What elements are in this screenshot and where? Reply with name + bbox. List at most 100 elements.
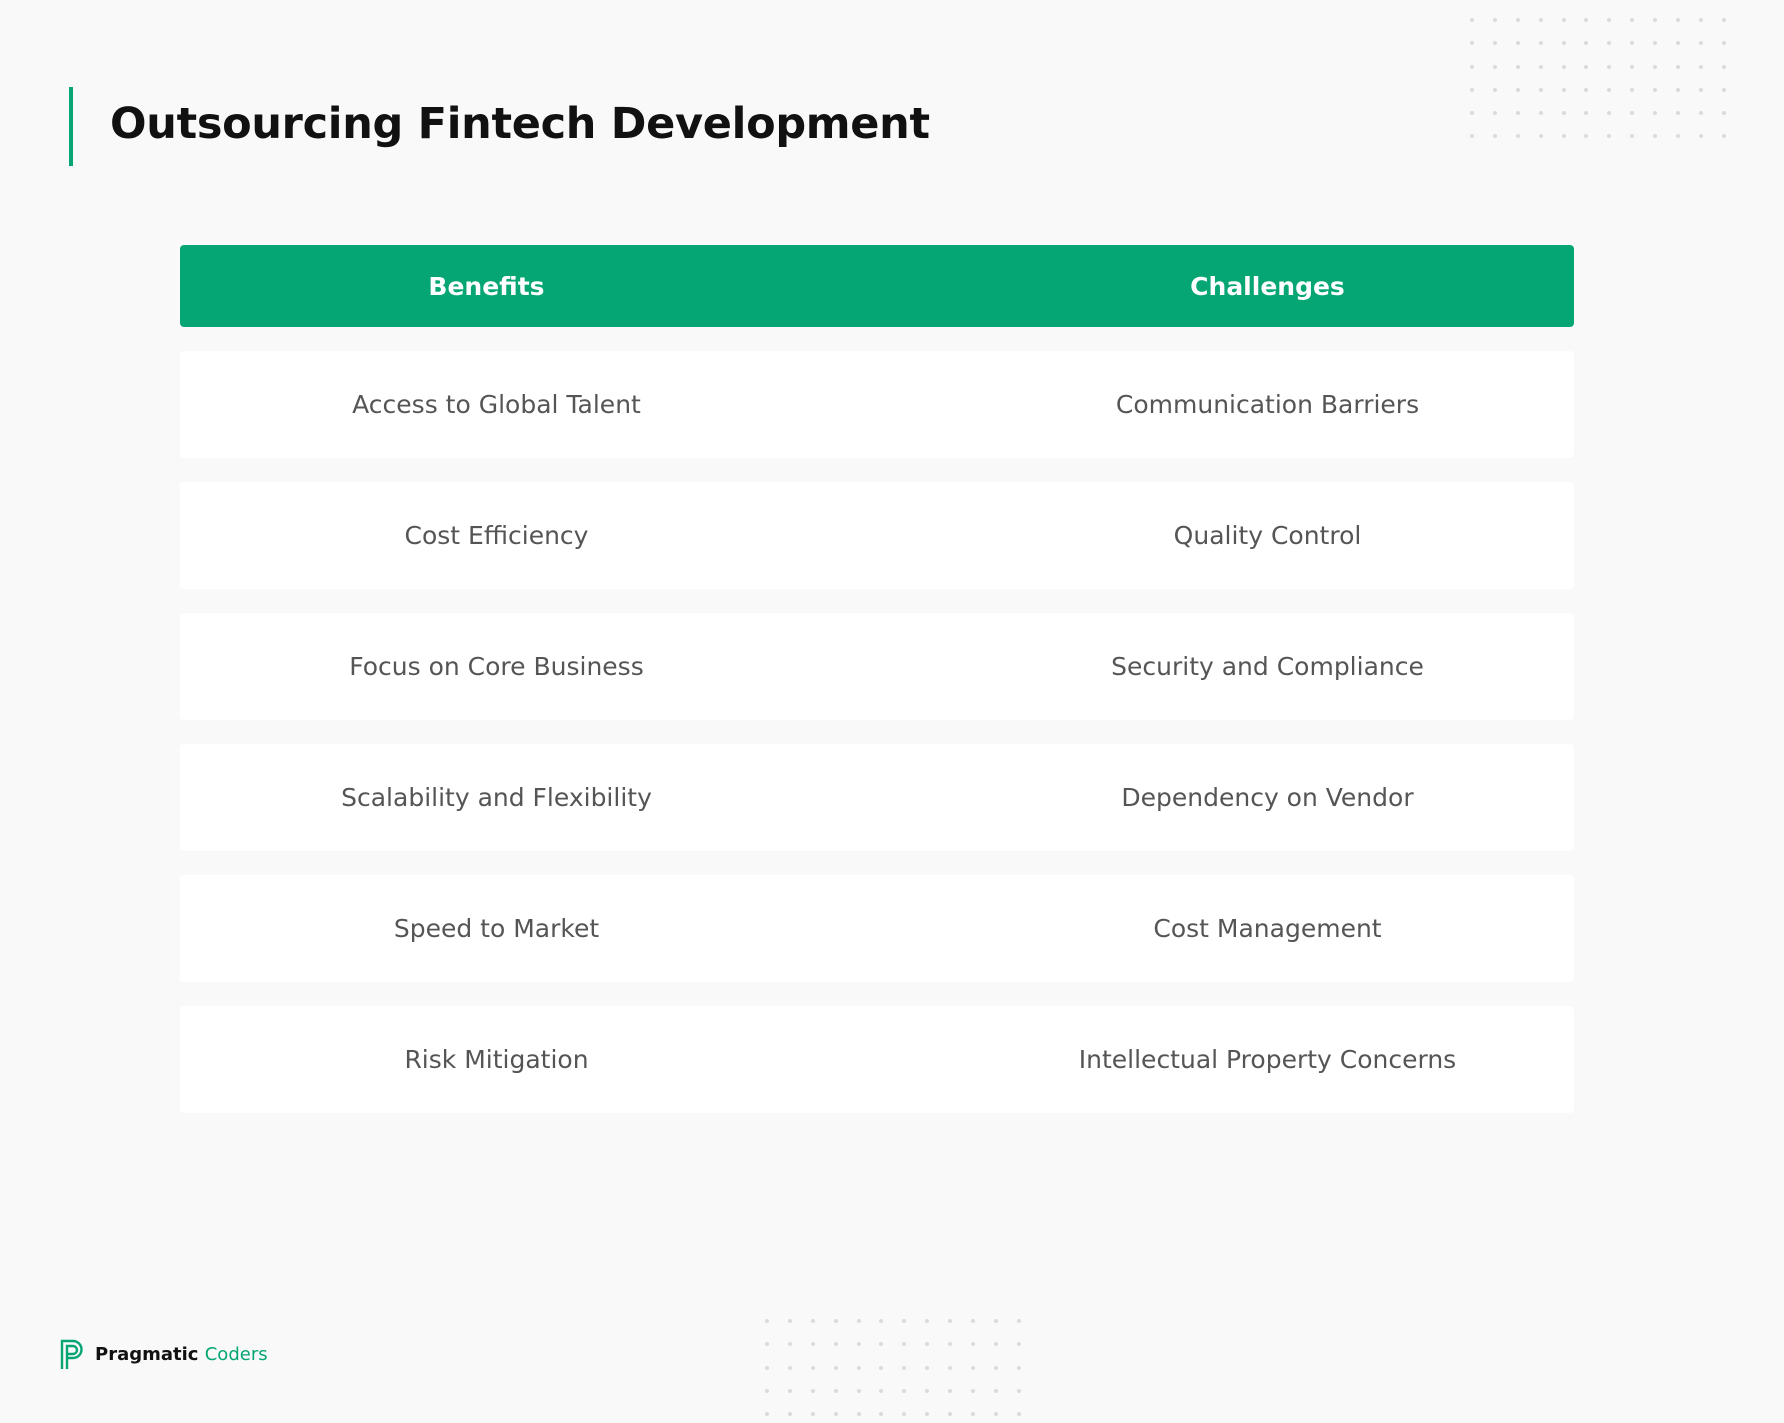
decorative-dot [1538,87,1543,92]
decorative-dot [948,1365,953,1370]
decorative-dot [1538,18,1543,22]
decorative-dot [765,1412,769,1417]
decorative-dot [1607,18,1612,22]
table-row: Speed to Market Cost Management [180,875,1574,982]
decorative-dot [1676,18,1681,22]
decorative-dot [1584,41,1589,46]
benefit-cell: Access to Global Talent [352,390,641,419]
decorative-dot [1630,87,1635,92]
pragmatic-coders-logo-icon [60,1339,83,1369]
decorative-dot [856,1412,861,1417]
decorative-dot [1607,111,1612,116]
decorative-dot [879,1388,884,1393]
decorative-dot [856,1342,861,1347]
header-challenges: Challenges [1190,271,1345,301]
decorative-dot [1653,41,1658,46]
decorative-dot [902,1342,907,1347]
decorative-dot [971,1412,976,1417]
decorative-dot [1492,41,1497,46]
decorative-dot [1515,64,1520,69]
challenge-cell: Security and Compliance [1111,652,1424,681]
decorative-dot [1698,111,1703,116]
decorative-dot [1492,134,1497,139]
decorative-dot [1676,111,1681,116]
decorative-dot [1561,18,1566,22]
decorative-dot [1515,87,1520,92]
decorative-dot [1492,111,1497,116]
decorative-dot [1676,134,1681,139]
decorative-dot [1470,64,1474,69]
decorative-dot [948,1388,953,1393]
decorative-dot [971,1365,976,1370]
decorative-dot [925,1342,930,1347]
brand-logo: Pragmatic Coders [59,1338,268,1371]
decorative-dot [1721,64,1726,69]
decorative-dot [1607,134,1612,139]
decorative-dot [971,1319,976,1323]
decorative-dot [1538,134,1543,139]
decorative-dot [1607,87,1612,92]
decorative-dot [1561,111,1566,116]
decorative-dot [1470,87,1474,92]
decorative-dot [1653,111,1658,116]
table-row: Scalability and Flexibility Dependency o… [180,744,1574,851]
decorative-dot [1698,134,1703,139]
decorative-dot [902,1412,907,1417]
decorative-dot [833,1412,838,1417]
decorative-dot [1515,134,1520,139]
decorative-dot [902,1388,907,1393]
decorative-dot [1653,87,1658,92]
decorative-dot [1698,64,1703,69]
decorative-dot [993,1388,998,1393]
decorative-dot [971,1388,976,1393]
decorative-dot [1470,41,1474,46]
decorative-dot [810,1319,815,1323]
benefit-cell: Focus on Core Business [349,652,644,681]
table-row: Cost Efficiency Quality Control [180,482,1574,589]
decorative-dot [856,1388,861,1393]
table-row: Focus on Core Business Security and Comp… [180,613,1574,720]
decorative-dot [1016,1365,1021,1370]
decorative-dot [1584,18,1589,22]
decorative-dot [833,1342,838,1347]
decorative-dot [993,1319,998,1323]
decorative-dot [787,1412,792,1417]
decorative-dot [1698,18,1703,22]
decorative-dot [1492,18,1497,22]
decorative-dot [948,1342,953,1347]
decorative-dot [879,1342,884,1347]
decorative-dot [1630,111,1635,116]
table-row: Access to Global Talent Communication Ba… [180,351,1574,458]
decorative-dot [1721,134,1726,139]
decorative-dot [1561,41,1566,46]
decorative-dot [879,1412,884,1417]
decorative-dot [787,1365,792,1370]
challenge-cell: Intellectual Property Concerns [1078,1045,1457,1074]
decorative-dot [833,1365,838,1370]
decorative-dot [833,1388,838,1393]
dot-pattern-top-right [1470,18,1726,139]
decorative-dot [1016,1342,1021,1347]
decorative-dot [765,1365,769,1370]
decorative-dot [993,1412,998,1417]
table-row: Risk Mitigation Intellectual Property Co… [180,1006,1574,1113]
decorative-dot [765,1319,769,1323]
decorative-dot [1492,64,1497,69]
challenge-cell: Communication Barriers [1115,390,1420,419]
decorative-dot [925,1365,930,1370]
decorative-dot [810,1365,815,1370]
decorative-dot [948,1319,953,1323]
decorative-dot [1607,41,1612,46]
decorative-dot [1630,64,1635,69]
table-header: Benefits Challenges [180,245,1574,327]
decorative-dot [765,1388,769,1393]
header-benefits: Benefits [428,271,545,301]
decorative-dot [1653,18,1658,22]
decorative-dot [1561,134,1566,139]
decorative-dot [1538,41,1543,46]
decorative-dot [787,1319,792,1323]
decorative-dot [856,1365,861,1370]
brand-name: Pragmatic Coders [95,1344,268,1365]
brand-name-second: Coders [204,1344,268,1365]
decorative-dot [856,1319,861,1323]
